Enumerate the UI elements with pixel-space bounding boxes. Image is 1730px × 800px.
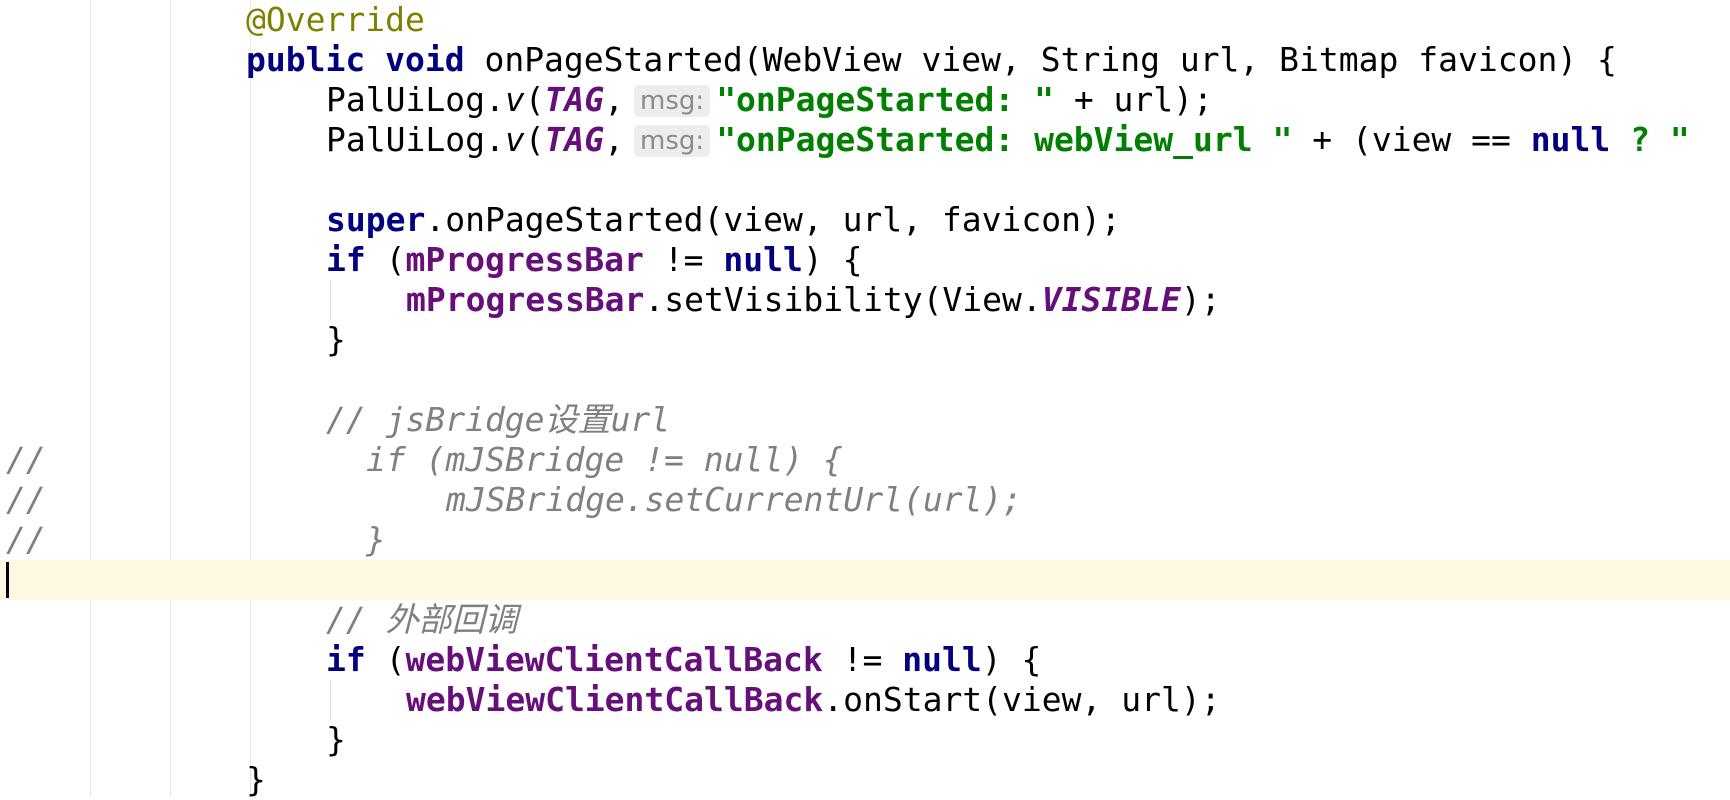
comment-text: mJSBridge.setCurrentUrl(url); [446, 480, 1023, 519]
commented-code-line[interactable]: if (mJSBridge != null) { [366, 440, 843, 480]
comment-prefix: // [6, 520, 46, 559]
keyword-if: if [326, 640, 366, 679]
paren: ( [524, 80, 545, 119]
commented-code-line[interactable]: mJSBridge.setCurrentUrl(url); [446, 480, 1022, 520]
class-name: PalUiLog. [326, 80, 505, 119]
parameter-hint: msg: [634, 85, 711, 117]
keyword-public: public [246, 40, 366, 79]
comment-text: // jsBridge设置url [326, 400, 671, 439]
field-name: mProgressBar [406, 280, 645, 319]
code-text: .onStart(view, url); [823, 680, 1221, 719]
tag-constant: TAG [544, 80, 605, 119]
code-editor[interactable]: @Override public void onPageStarted(WebV… [0, 0, 1730, 799]
code-line-set-visibility[interactable]: mProgressBar.setVisibility(View.VISIBLE)… [406, 280, 1221, 320]
comment-text: // 外部回调 [326, 600, 518, 639]
comment-prefix: // [6, 440, 46, 479]
commented-code-line[interactable]: } [366, 520, 386, 560]
method-name: v [504, 120, 525, 159]
indent-guide [250, 0, 251, 796]
annotation-token: @Override [246, 0, 425, 39]
code-line-annotation[interactable]: @Override [246, 0, 425, 40]
code-text: ( [365, 240, 406, 279]
field-name: webViewClientCallBack [406, 680, 824, 719]
code-text: != [822, 640, 903, 679]
keyword-null: null [723, 240, 803, 279]
comment-text: } [366, 520, 386, 559]
code-line-close-brace[interactable]: } [326, 720, 346, 760]
method-signature-text: onPageStarted(WebView view, String url, … [484, 40, 1617, 79]
commented-line-prefix[interactable]: // [6, 440, 46, 480]
paren: ( [524, 120, 545, 159]
code-line-comment-callback[interactable]: // 外部回调 [326, 600, 518, 640]
code-text: } [246, 760, 266, 799]
code-line-comment-jsbridge[interactable]: // jsBridge设置url [326, 400, 670, 440]
keyword-null: null [902, 640, 982, 679]
code-text: + (view == [1292, 120, 1531, 159]
comment-prefix: // [6, 480, 46, 519]
code-text: ) { [981, 640, 1042, 679]
code-line-close-brace[interactable]: } [326, 320, 346, 360]
keyword-null: null [1530, 120, 1611, 159]
indent-guide [330, 680, 331, 720]
class-name: PalUiLog. [326, 120, 505, 159]
indent-guide [330, 280, 331, 320]
text-caret [6, 562, 9, 598]
code-text: ? " [1610, 120, 1690, 159]
code-line-if-callback[interactable]: if (webViewClientCallBack != null) { [326, 640, 1041, 680]
code-text: ); [1180, 280, 1221, 319]
code-line-log-1[interactable]: PalUiLog.v(TAG, msg: "onPageStarted: " + u… [326, 80, 1213, 120]
indent-guide [90, 0, 91, 796]
comma: , [604, 120, 625, 159]
code-line-if-progress[interactable]: if (mProgressBar != null) { [326, 240, 863, 280]
code-text: .onPageStarted(view, url, favicon); [425, 200, 1121, 239]
code-line-log-2[interactable]: PalUiLog.v(TAG, msg: "onPageStarted: webVi… [326, 120, 1690, 160]
code-text: .setVisibility(View. [644, 280, 1042, 319]
code-text: ( [365, 640, 406, 679]
commented-line-prefix[interactable]: // [6, 480, 46, 520]
field-name: mProgressBar [405, 240, 644, 279]
parameter-hint: msg: [634, 125, 711, 157]
visible-constant: VISIBLE [1041, 280, 1181, 319]
commented-line-prefix[interactable]: // [6, 520, 46, 560]
code-text: } [326, 720, 346, 759]
indent-guide [170, 0, 171, 796]
tag-constant: TAG [544, 120, 605, 159]
code-line-on-start[interactable]: webViewClientCallBack.onStart(view, url)… [406, 680, 1221, 720]
method-name: v [504, 80, 525, 119]
code-text: } [326, 320, 346, 359]
code-text: ) { [802, 240, 863, 279]
code-line-method-signature[interactable]: public void onPageStarted(WebView view, … [246, 40, 1617, 80]
field-name: webViewClientCallBack [405, 640, 823, 679]
string-literal: "onPageStarted: " [716, 80, 1054, 119]
comma: , [604, 80, 625, 119]
code-text: + url); [1053, 80, 1213, 119]
string-literal: "onPageStarted: webView_url " [716, 120, 1293, 159]
keyword-if: if [326, 240, 366, 279]
keyword-void: void [385, 40, 465, 79]
keyword-super: super [326, 200, 426, 239]
code-line-super-call[interactable]: super.onPageStarted(view, url, favicon); [326, 200, 1121, 240]
comment-text: if (mJSBridge != null) { [366, 440, 843, 479]
code-line-method-close-brace[interactable]: } [246, 760, 266, 800]
current-line-highlight [0, 560, 1730, 600]
code-text: != [643, 240, 724, 279]
